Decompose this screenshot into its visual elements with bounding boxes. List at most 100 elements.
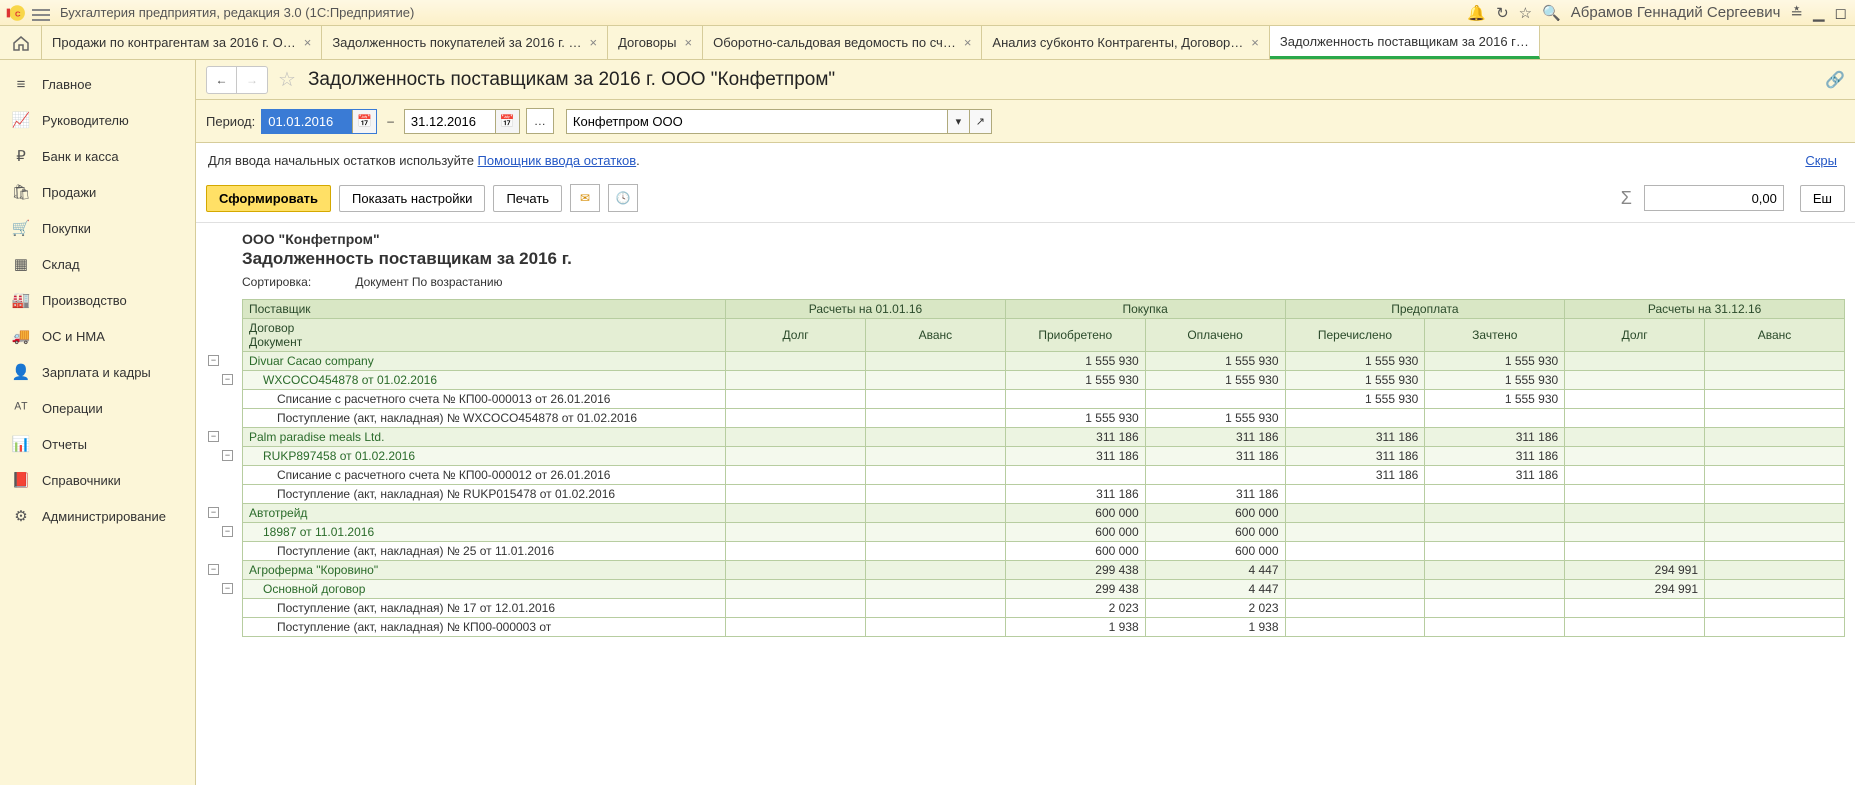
tree-toggle[interactable]: − [222,450,233,461]
sidebar-item[interactable]: ▦Склад [0,246,195,282]
org-input[interactable] [567,110,947,133]
sum-field[interactable] [1644,185,1784,211]
sidebar-item[interactable]: ₽Банк и касса [0,138,195,174]
sidebar-item[interactable]: ≡Главное [0,66,195,102]
sidebar-item[interactable]: 👤Зарплата и кадры [0,354,195,390]
date-to-input[interactable] [405,110,495,133]
sidebar-icon: 🏭 [12,291,30,309]
table-row[interactable]: Списание с расчетного счета № КП00-00001… [243,390,1845,409]
table-row[interactable]: Агроферма "Коровино"299 4384 447294 991 [243,561,1845,580]
row-label: Списание с расчетного счета № КП00-00001… [243,466,726,485]
tree-toggle[interactable]: − [222,374,233,385]
sidebar-item[interactable]: 📊Отчеты [0,426,195,462]
clock-icon[interactable]: 🕓 [608,184,638,212]
org-open-icon[interactable]: ↗ [969,110,991,133]
sidebar-icon: ≡ [12,75,30,93]
sidebar-item[interactable]: ⚙Администрирование [0,498,195,534]
more-button[interactable]: Еш [1800,185,1845,212]
home-tab[interactable] [0,26,42,59]
sidebar-item[interactable]: 🏭 Производство [0,282,195,318]
sidebar-label: Операции [42,401,103,416]
app-title: Бухгалтерия предприятия, редакция 3.0 (1… [60,5,1467,20]
sidebar-item[interactable]: 🛒Покупки [0,210,195,246]
table-row[interactable]: Списание с расчетного счета № КП00-00001… [243,466,1845,485]
row-label: WXCOCO454878 от 01.02.2016 [243,371,726,390]
close-icon[interactable]: × [589,35,597,50]
link-icon[interactable]: 🔗 [1825,70,1845,90]
sidebar-item[interactable]: 🛍Продажи [0,174,195,210]
table-row[interactable]: Поступление (акт, накладная) № RUKP01547… [243,485,1845,504]
table-row[interactable]: WXCOCO454878 от 01.02.20161 555 9301 555… [243,371,1845,390]
period-select-button[interactable]: … [526,108,554,134]
table-row[interactable]: Palm paradise meals Ltd.311 186311 18631… [243,428,1845,447]
table-row[interactable]: 18987 от 11.01.2016600 000600 000 [243,523,1845,542]
tab[interactable]: Договоры× [608,26,703,59]
print-button[interactable]: Печать [493,185,562,212]
window-icon[interactable]: ◻ [1835,4,1847,22]
org-dropdown-icon[interactable]: ▾ [947,110,969,133]
toolbar: Сформировать Показать настройки Печать ✉… [196,178,1855,223]
back-button[interactable]: ← [207,67,237,93]
tab[interactable]: Задолженность поставщикам за 2016 г… [1270,26,1540,59]
sidebar-icon: ᴬᵀ [12,399,30,417]
user-name[interactable]: Абрамов Геннадий Сергеевич [1571,4,1781,21]
period-row: Период: 📅 – 📅 … ▾ ↗ [196,100,1855,143]
sidebar-item[interactable]: 📈Руководителю [0,102,195,138]
tree-toggle[interactable]: − [222,583,233,594]
bell-icon[interactable]: 🔔 [1467,4,1486,22]
sidebar-item[interactable]: 📕Справочники [0,462,195,498]
topbar: C Бухгалтерия предприятия, редакция 3.0 … [0,0,1855,26]
table-row[interactable]: Поступление (акт, накладная) № WXCOCO454… [243,409,1845,428]
settings-lines-icon[interactable]: ≛ [1790,4,1803,22]
calendar-from-icon[interactable]: 📅 [352,110,376,133]
tab[interactable]: Анализ субконто Контрагенты, Договор… × [982,26,1269,59]
table-row[interactable]: Поступление (акт, накладная) № 17 от 12.… [243,599,1845,618]
sidebar-item[interactable]: ᴬᵀ Операции [0,390,195,426]
tab[interactable]: Оборотно-сальдовая ведомость по сч… × [703,26,982,59]
star-icon[interactable]: ☆ [1519,4,1532,22]
favorite-star-icon[interactable]: ☆ [278,67,296,92]
close-icon[interactable]: × [964,35,972,50]
hide-link[interactable]: Скры [1805,153,1837,168]
row-label: Divuar Cacao company [243,352,726,371]
report-org: ООО "Конфетпром" [242,231,1809,247]
row-label: Поступление (акт, накладная) № 25 от 11.… [243,542,726,561]
sidebar-icon: ⚙ [12,507,30,525]
close-icon[interactable]: × [1251,35,1259,50]
table-row[interactable]: Divuar Cacao company1 555 9301 555 9301 … [243,352,1845,371]
table-row[interactable]: Поступление (акт, накладная) № КП00-0000… [243,618,1845,637]
table-row[interactable]: Основной договор299 4384 447294 991 [243,580,1845,599]
menu-icon[interactable] [32,6,50,20]
tree-toggle[interactable]: − [208,507,219,518]
tab[interactable]: Продажи по контрагентам за 2016 г. О…× [42,26,322,59]
close-icon[interactable]: × [685,35,693,50]
minimize-icon[interactable]: ▁ [1813,4,1825,22]
tree-toggle[interactable]: − [208,564,219,575]
table-row[interactable]: Поступление (акт, накладная) № 25 от 11.… [243,542,1845,561]
tab-label: Оборотно-сальдовая ведомость по сч… [713,35,956,50]
info-link[interactable]: Помощник ввода остатков [478,153,637,168]
show-settings-button[interactable]: Показать настройки [339,185,485,212]
history-icon[interactable]: ↻ [1496,4,1509,22]
tab[interactable]: Задолженность покупателей за 2016 г. …× [322,26,608,59]
sidebar-icon: 👤 [12,363,30,381]
search-icon[interactable]: 🔍 [1542,4,1561,22]
table-row[interactable]: RUKP897458 от 01.02.2016311 186311 18631… [243,447,1845,466]
sidebar-item[interactable]: 🚚ОС и НМА [0,318,195,354]
forward-button[interactable]: → [237,67,267,93]
tree-toggle[interactable]: − [208,431,219,442]
tree-toggle[interactable]: − [222,526,233,537]
sidebar-icon: 🚚 [12,327,30,345]
tree-toggle[interactable]: − [208,355,219,366]
close-icon[interactable]: × [304,35,312,50]
date-from-input[interactable] [262,110,352,133]
table-row[interactable]: Автотрейд600 000600 000 [243,504,1845,523]
sidebar-label: Производство [42,293,127,308]
tab-label: Анализ субконто Контрагенты, Договор… [992,35,1243,50]
mail-icon[interactable]: ✉ [570,184,600,212]
calendar-to-icon[interactable]: 📅 [495,110,519,133]
sidebar-label: Покупки [42,221,91,236]
form-button[interactable]: Сформировать [206,185,331,212]
row-label: 18987 от 11.01.2016 [243,523,726,542]
row-label: Поступление (акт, накладная) № 17 от 12.… [243,599,726,618]
